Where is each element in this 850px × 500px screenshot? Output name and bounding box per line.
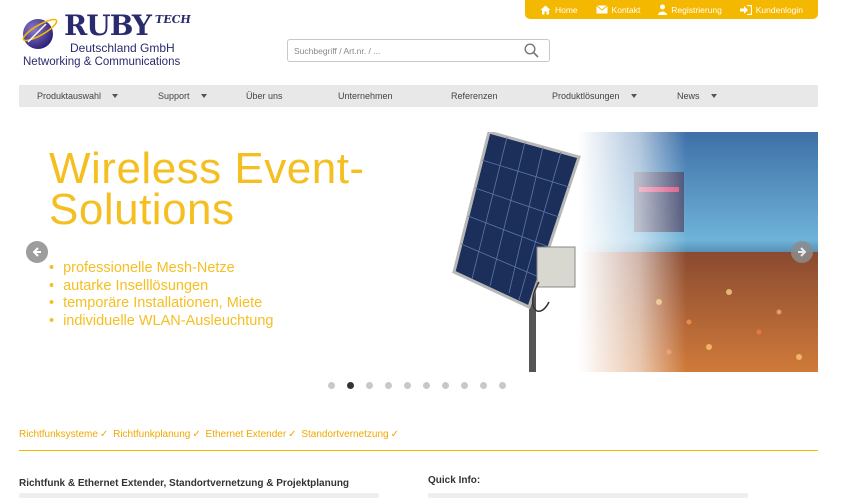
section-heading-left: Richtfunk & Ethernet Extender, Standortv…	[19, 478, 350, 489]
nav-item-label: Über uns	[246, 91, 283, 101]
nav-item-referenzen[interactable]: Referenzen	[451, 85, 498, 107]
slide-bullet: individuelle WLAN-Ausleuchtung	[49, 313, 273, 331]
slider-dot[interactable]	[461, 382, 468, 389]
search-box	[287, 39, 550, 62]
nav-item-produktloesungen[interactable]: Produktlösungen	[552, 85, 637, 107]
section-heading-quick-info: Quick Info:	[428, 475, 481, 486]
toplink-kontakt[interactable]: Kontakt	[595, 4, 641, 15]
faded-text-line	[428, 493, 748, 498]
slider-dot[interactable]	[423, 382, 430, 389]
check-icon: ✓	[99, 429, 109, 440]
check-icon: ✓	[390, 429, 399, 440]
slider-dot[interactable]	[385, 382, 392, 389]
faded-text-line	[19, 493, 379, 498]
search-button[interactable]	[524, 43, 539, 63]
slider-dot[interactable]	[366, 382, 373, 389]
company-logo[interactable]: RUBY TECH Deutschland GmbH Networking & …	[20, 9, 192, 71]
logo-subtitle: Deutschland GmbH	[70, 41, 175, 55]
toplink-kontakt-label: Kontakt	[611, 4, 641, 15]
home-icon	[540, 5, 551, 14]
slider-prev-button[interactable]	[26, 241, 48, 263]
nav-item-label: Unternehmen	[338, 91, 393, 101]
search-input[interactable]	[288, 40, 508, 61]
slider-dot[interactable]	[404, 382, 411, 389]
caret-down-icon	[710, 94, 717, 98]
toplink-home-label: Home	[554, 4, 578, 15]
toplink-kundenlogin[interactable]: Kundenlogin	[739, 4, 804, 15]
logo-tagline: Networking & Communications	[23, 56, 181, 68]
slider-dot[interactable]	[480, 382, 487, 389]
slide-title-line2: Solutions	[49, 185, 235, 234]
slider-dot-active[interactable]	[347, 382, 354, 389]
tag-richtfunkplanung[interactable]: Richtfunkplanung	[113, 429, 190, 440]
toplink-registrierung[interactable]: Registrierung	[658, 4, 722, 15]
nav-item-label: Produktauswahl	[37, 91, 102, 101]
nav-item-label: Support	[158, 91, 190, 101]
tag-standortvernetzung[interactable]: Standortvernetzung	[301, 429, 388, 440]
caret-down-icon	[112, 94, 119, 98]
main-nav: Produktauswahl Support Über uns Unterneh…	[19, 85, 818, 107]
envelope-icon	[595, 5, 608, 14]
nav-item-support[interactable]: Support	[158, 85, 207, 107]
slide-bullet-list: professionelle Mesh-Netze autarke Insell…	[49, 260, 273, 330]
nav-item-label: Referenzen	[451, 91, 498, 101]
tag-richtfunksysteme[interactable]: Richtfunksysteme	[19, 429, 98, 440]
caret-down-icon	[200, 94, 207, 98]
nav-item-label: Produktlösungen	[552, 91, 620, 101]
tag-ethernet-extender[interactable]: Ethernet Extender	[206, 429, 287, 440]
toplink-registrierung-label: Registrierung	[671, 4, 722, 15]
toplink-home[interactable]: Home	[540, 5, 578, 15]
arrow-right-icon	[798, 247, 807, 257]
hero-slider: Wireless Event- Solutions professionelle…	[19, 132, 818, 372]
slider-dot[interactable]	[442, 382, 449, 389]
caret-down-icon	[630, 94, 637, 98]
top-links-bar: Home Kontakt Registrierung Kundenlogin	[525, 0, 818, 19]
nav-item-news[interactable]: News	[677, 85, 717, 107]
login-icon	[739, 4, 752, 15]
nav-item-label: News	[677, 91, 700, 101]
nav-item-produktauswahl[interactable]: Produktauswahl	[37, 85, 119, 107]
slide-title: Wireless Event- Solutions	[49, 144, 365, 234]
slider-dot[interactable]	[328, 382, 335, 389]
slide-bullet: temporäre Installationen, Miete	[49, 295, 273, 313]
toplink-kundenlogin-label: Kundenlogin	[755, 4, 804, 15]
slide-bullet: professionelle Mesh-Netze	[49, 260, 273, 278]
slider-pagination	[328, 382, 518, 389]
slider-dot[interactable]	[499, 382, 506, 389]
section-divider	[19, 450, 818, 451]
slider-next-button[interactable]	[791, 241, 813, 263]
solar-panel-event-image	[452, 132, 818, 372]
slide-bullet: autarke Inselllösungen	[49, 278, 273, 296]
slide-title-line1: Wireless Event-	[49, 144, 365, 193]
service-tags: Richtfunksysteme ✓ Richtfunkplanung ✓ Ethe…	[19, 429, 401, 440]
user-icon	[658, 4, 668, 15]
logo-brand-suffix: TECH	[154, 13, 192, 26]
nav-item-unternehmen[interactable]: Unternehmen	[338, 85, 393, 107]
globe-logo-icon	[22, 18, 58, 49]
check-icon: ✓	[288, 429, 297, 440]
arrow-left-icon	[32, 247, 41, 257]
search-icon	[524, 43, 539, 58]
logo-brand: RUBY	[64, 9, 152, 42]
nav-item-ueber-uns[interactable]: Über uns	[246, 85, 283, 107]
check-icon: ✓	[192, 429, 201, 440]
